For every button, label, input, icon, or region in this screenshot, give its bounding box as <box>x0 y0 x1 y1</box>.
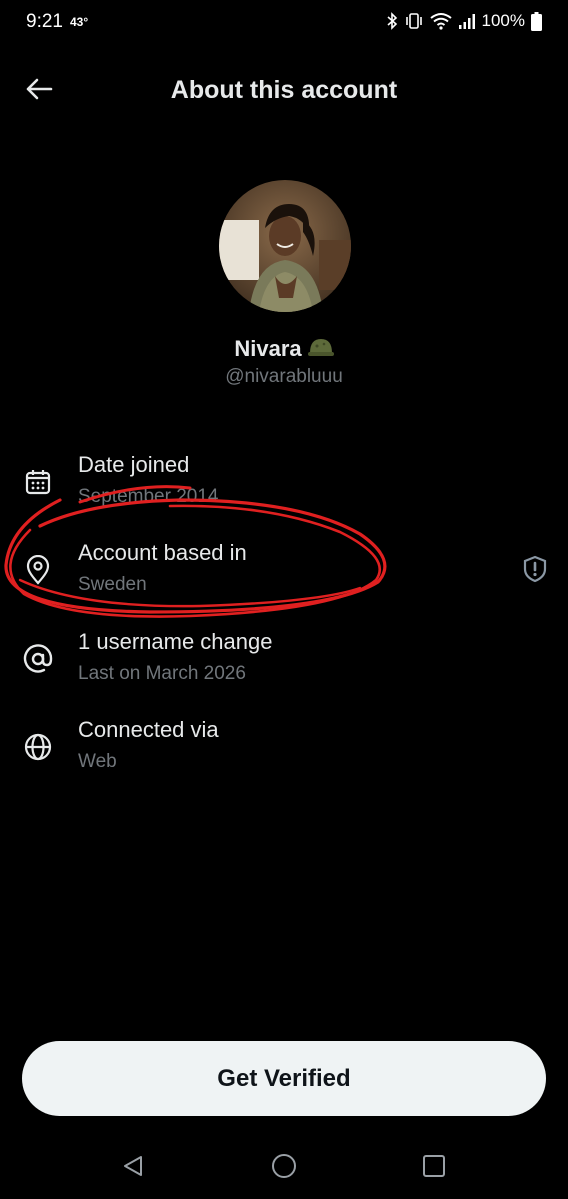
info-label: Connected via <box>78 717 219 742</box>
calendar-icon <box>22 466 54 498</box>
info-value: Web <box>78 751 117 772</box>
location-pin-icon <box>22 554 54 586</box>
page-title: About this account <box>170 76 398 104</box>
helmet-icon <box>307 337 334 365</box>
info-label: Date joined <box>78 452 190 477</box>
info-label: Account based in <box>78 540 247 565</box>
battery-percent: 100% <box>481 11 525 30</box>
android-nav-bar <box>0 1130 568 1199</box>
page-header: About this account <box>0 62 568 120</box>
avatar[interactable] <box>219 180 351 312</box>
info-value: September 2014 <box>78 486 219 507</box>
status-bar: 9:21 43° 100% <box>0 0 568 46</box>
info-label: 1 username change <box>78 629 273 654</box>
get-verified-button[interactable]: Get Verified <box>22 1041 546 1116</box>
vibrate-icon <box>404 12 424 30</box>
status-time: 9:21 <box>26 11 63 32</box>
battery-icon <box>531 11 542 31</box>
info-row-account-based-in: Account based in Sweden <box>0 540 568 616</box>
shield-alert-icon[interactable] <box>520 554 550 584</box>
handle: @nivarabluuu <box>225 366 343 387</box>
info-value: Sweden <box>78 574 147 595</box>
info-row-date-joined: Date joined September 2014 <box>0 452 568 528</box>
at-sign-icon <box>22 643 54 675</box>
status-temperature: 43° <box>70 15 89 29</box>
info-row-username-change: 1 username change Last on March 2026 <box>0 629 568 705</box>
back-triangle-icon[interactable] <box>117 1150 149 1182</box>
bluetooth-icon <box>386 12 398 30</box>
display-name: Nivara <box>0 336 568 365</box>
display-name-text: Nivara <box>234 336 302 361</box>
recents-square-icon[interactable] <box>418 1150 450 1182</box>
globe-icon <box>22 731 54 763</box>
wifi-icon <box>429 12 452 30</box>
info-row-connected-via: Connected via Web <box>0 717 568 793</box>
signal-icon <box>458 12 476 30</box>
home-circle-icon[interactable] <box>268 1150 300 1182</box>
profile-photo <box>219 180 351 312</box>
info-value: Last on March 2026 <box>78 663 246 684</box>
status-icons: 100% <box>386 11 542 31</box>
